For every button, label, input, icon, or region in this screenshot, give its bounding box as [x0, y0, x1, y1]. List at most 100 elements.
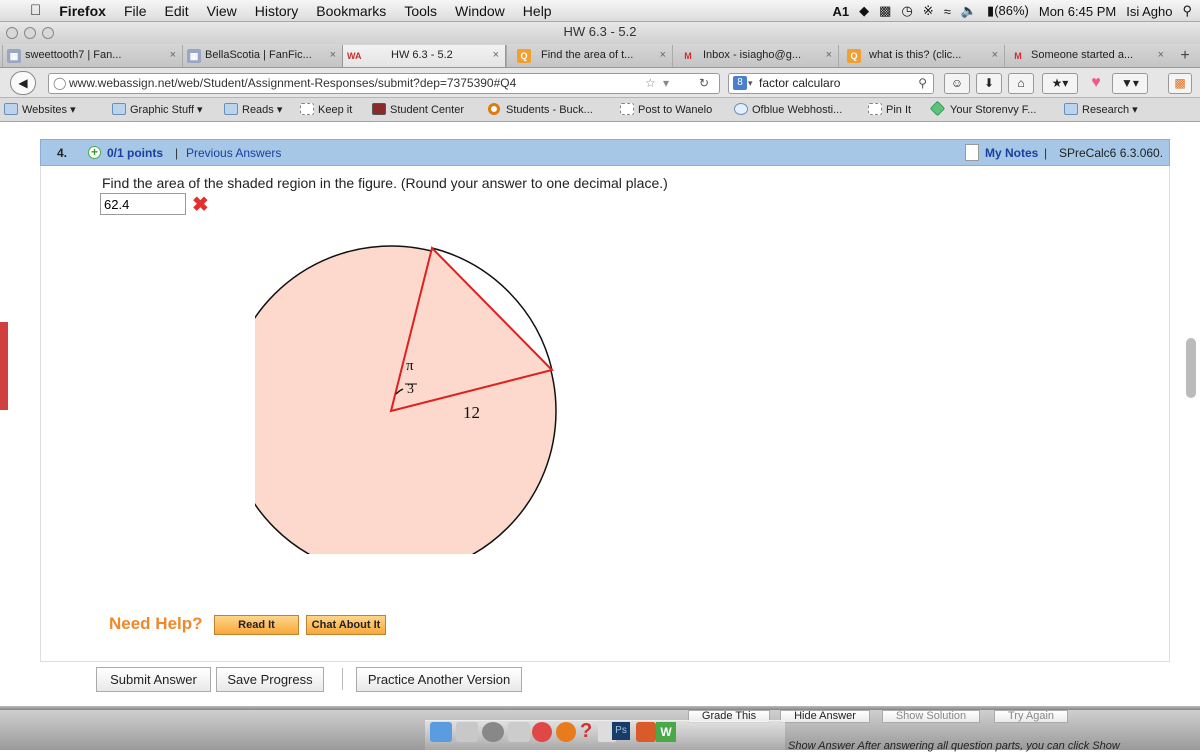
itunes-icon[interactable] [508, 722, 530, 742]
window-titlebar: HW 6.3 - 5.2 [0, 22, 1200, 44]
download-icon[interactable]: ⬇ [976, 73, 1002, 94]
try-again-button[interactable]: Try Again [994, 710, 1068, 723]
menu-view[interactable]: View [198, 3, 246, 19]
bookmark-keep-it[interactable]: Keep it [300, 103, 352, 117]
google-icon[interactable]: 8 [733, 76, 747, 90]
bookmark-students-buck[interactable]: Students - Buck... [488, 103, 593, 117]
firefox-icon[interactable] [556, 722, 576, 742]
extension-icon[interactable]: ▩ [1168, 73, 1192, 94]
url-bar[interactable]: ◯ www.webassign.net/web/Student/Assignme… [48, 73, 720, 94]
points-plus-icon[interactable]: + [88, 146, 101, 159]
timemachine-icon[interactable]: ◷ [901, 3, 912, 19]
battery-icon[interactable]: ▮(86%) [987, 3, 1029, 19]
display-icon[interactable]: ▩ [879, 3, 891, 19]
search-icon[interactable]: ⚲ [918, 74, 927, 93]
close-tab-icon[interactable]: × [330, 45, 336, 66]
preview-icon[interactable] [456, 722, 478, 742]
tab-fanfic-sweettooth[interactable]: ▦ sweettooth7 | Fan... × [2, 45, 182, 67]
close-window-icon[interactable] [6, 27, 18, 39]
wifi-icon[interactable]: ≈ [944, 4, 951, 19]
photoshop-icon[interactable]: Ps [612, 722, 630, 740]
menu-edit[interactable]: Edit [156, 3, 198, 19]
save-progress-button[interactable]: Save Progress [216, 667, 324, 692]
menu-app-firefox[interactable]: Firefox [50, 3, 115, 19]
back-button[interactable]: ◀ [10, 71, 36, 95]
bookmark-folder-websites[interactable]: Websites ▾ [4, 103, 76, 117]
help-icon[interactable]: ? [580, 720, 592, 743]
previous-answers-link[interactable]: Previous Answers [186, 146, 281, 160]
bookmark-ofblue[interactable]: Ofblue Webhosti... [734, 103, 842, 117]
engine-dropdown-icon[interactable]: ▾ [748, 74, 753, 93]
notes-separator: | [1044, 146, 1048, 160]
bookmark-wanelo[interactable]: Post to Wanelo [620, 103, 712, 117]
close-tab-icon[interactable]: × [170, 45, 176, 66]
chat-about-it-button[interactable]: Chat About It [306, 615, 386, 635]
practice-another-button[interactable]: Practice Another Version [356, 667, 522, 692]
bookmark-label: Ofblue Webhosti... [752, 104, 843, 116]
reload-icon[interactable]: ↻ [699, 74, 709, 93]
notes-icon[interactable] [965, 144, 979, 161]
read-it-button[interactable]: Read It [214, 615, 299, 635]
tab-what-is-this[interactable]: Q what is this? (clic... × [838, 45, 1004, 67]
clock[interactable]: Mon 6:45 PM [1039, 4, 1116, 19]
heart-icon[interactable]: ♥ [1086, 73, 1106, 94]
menu-file[interactable]: File [115, 3, 156, 19]
spotlight-icon[interactable]: ⚲ [1182, 3, 1192, 19]
site-identity-icon[interactable]: ◯ [53, 74, 66, 93]
close-tab-icon[interactable]: × [992, 45, 998, 66]
app-icon[interactable] [482, 722, 504, 742]
addon-icon[interactable]: ☺ [944, 73, 970, 94]
bookmark-student-center[interactable]: Student Center [372, 103, 464, 117]
word-icon[interactable]: W [656, 722, 676, 742]
new-tab-button[interactable]: + [1174, 46, 1196, 66]
gmail-icon: M [1014, 51, 1022, 61]
bookmark-folder-reads[interactable]: Reads ▾ [224, 103, 282, 117]
bookmark-pin-it[interactable]: Pin It [868, 103, 911, 117]
tab-gmail-inbox[interactable]: M Inbox - isiagho@g... × [672, 45, 838, 67]
close-tab-icon[interactable]: × [660, 45, 666, 66]
gmail-icon: M [684, 51, 692, 61]
show-solution-button[interactable]: Show Solution [882, 710, 980, 723]
dropbox-icon[interactable]: ◆ [859, 3, 869, 19]
menu-help[interactable]: Help [514, 3, 561, 19]
menu-window[interactable]: Window [446, 3, 514, 19]
bookmark-star-icon[interactable]: ☆ [645, 74, 656, 93]
bookmark-folder-research[interactable]: Research ▾ [1064, 103, 1138, 117]
menu-history[interactable]: History [246, 3, 308, 19]
tab-hw-active[interactable]: WA HW 6.3 - 5.2 × [342, 45, 506, 67]
bluetooth-icon[interactable]: ※ [923, 3, 934, 19]
bookmark-folder-graphic[interactable]: Graphic Stuff ▾ [112, 103, 203, 117]
minimize-window-icon[interactable] [24, 27, 36, 39]
adobe-icon[interactable]: A1 [833, 4, 850, 19]
close-tab-icon[interactable]: × [1158, 45, 1164, 66]
close-tab-icon[interactable]: × [826, 45, 832, 66]
tab-gmail-someone[interactable]: M Someone started a... × [1004, 45, 1170, 67]
hide-answer-button[interactable]: Hide Answer [780, 710, 870, 723]
page-scrollbar[interactable] [1186, 338, 1196, 398]
close-tab-icon[interactable]: × [493, 45, 499, 66]
search-bar[interactable]: 8 ▾ factor calcularo ⚲ [728, 73, 934, 94]
menu-bookmarks[interactable]: Bookmarks [307, 3, 395, 19]
folder-icon [1064, 103, 1078, 115]
finder-icon[interactable] [430, 722, 452, 742]
sidebar-tab[interactable] [0, 322, 8, 410]
answers-icon: Q [517, 49, 531, 63]
chrome-icon[interactable] [532, 722, 552, 742]
bookmark-storenvy[interactable]: Your Storenvy F... [929, 100, 1036, 117]
home-icon[interactable]: ⌂ [1008, 73, 1034, 94]
game-icon[interactable] [636, 722, 656, 742]
volume-icon[interactable]: 🔈 [961, 3, 977, 19]
user-name[interactable]: Isi Agho [1126, 4, 1172, 19]
tab-fanfic-bellascotia[interactable]: ▦ BellaScotia | FanFic... × [182, 45, 342, 67]
my-notes-link[interactable]: My Notes [985, 146, 1038, 160]
adobe-count: 1 [841, 3, 850, 19]
menu-tools[interactable]: Tools [395, 3, 446, 19]
answer-input[interactable] [100, 193, 186, 215]
zoom-window-icon[interactable] [42, 27, 54, 39]
history-dropdown-icon[interactable]: ▾ [663, 74, 669, 93]
tab-find-area[interactable]: Q Find the area of t... × [506, 45, 672, 67]
submit-answer-button[interactable]: Submit Answer [96, 667, 211, 692]
bookmarks-menu-icon[interactable]: ★▾ [1042, 73, 1078, 94]
pocket-icon[interactable]: ▼▾ [1112, 73, 1148, 94]
apple-icon[interactable]:  [0, 2, 50, 19]
